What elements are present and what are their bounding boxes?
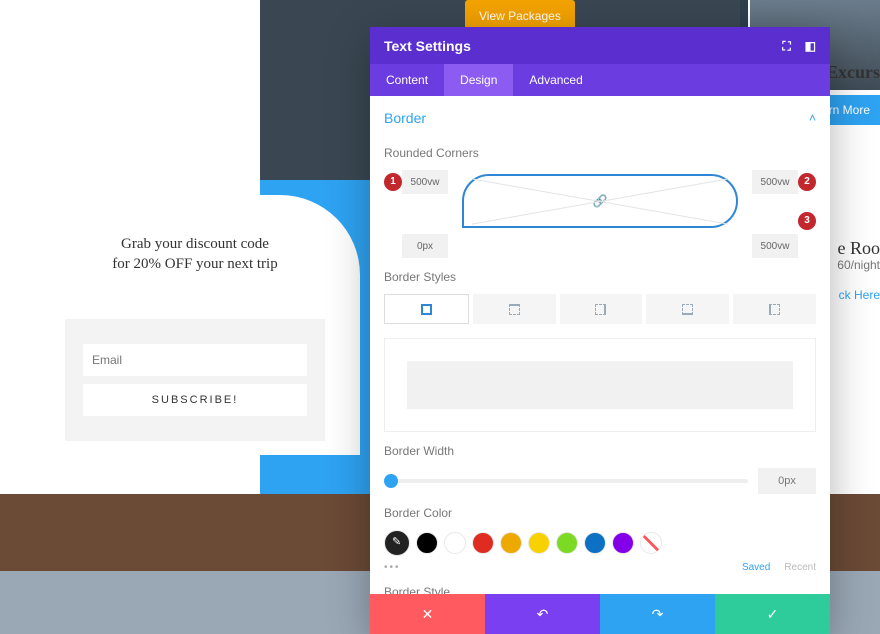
panel-title: Text Settings	[384, 38, 471, 54]
tab-design[interactable]: Design	[444, 64, 513, 96]
rounded-corners-label: Rounded Corners	[384, 146, 816, 160]
swatch-red[interactable]	[472, 532, 494, 554]
swatch-green[interactable]	[556, 532, 578, 554]
corner-bottom-right-input[interactable]: 500vw	[752, 234, 798, 258]
more-swatches-icon[interactable]: •••	[384, 562, 401, 573]
border-style-bottom[interactable]	[646, 294, 729, 324]
section-border-label: Border	[384, 110, 426, 126]
swatch-white[interactable]	[444, 532, 466, 554]
swatch-black[interactable]	[416, 532, 438, 554]
border-style-all[interactable]	[384, 294, 469, 324]
swatch-none[interactable]	[640, 532, 662, 554]
discount-line1: Grab your discount code	[121, 236, 269, 252]
chevron-up-icon: ˄	[809, 111, 816, 125]
text-settings-panel: Text Settings ⛶ ◧ Content Design Advance…	[370, 27, 830, 634]
border-style-label: Border Style	[384, 585, 816, 594]
panel-tabs: Content Design Advanced	[370, 64, 830, 96]
room-heading: e Roo	[838, 238, 880, 259]
border-width-label: Border Width	[384, 444, 816, 458]
cancel-button[interactable]: ✕	[370, 594, 485, 634]
border-style-left[interactable]	[733, 294, 816, 324]
tab-advanced[interactable]: Advanced	[513, 64, 598, 96]
corner-bottom-left-input[interactable]: 0px	[402, 234, 448, 258]
swatch-tab-saved[interactable]: Saved	[742, 562, 770, 573]
save-button[interactable]: ✓	[715, 594, 830, 634]
swatch-blue[interactable]	[584, 532, 606, 554]
swatch-orange[interactable]	[500, 532, 522, 554]
rounded-corners-control: 1 2 3 500vw 500vw 0px 500vw 🔗	[384, 170, 816, 258]
corner-top-left-input[interactable]: 500vw	[402, 170, 448, 194]
swatch-tab-recent[interactable]: Recent	[784, 562, 816, 573]
border-preview	[384, 338, 816, 432]
annotation-badge-2: 2	[798, 173, 816, 191]
link-icon[interactable]: 🔗	[593, 194, 608, 208]
optin-form: SUBSCRIBE!	[65, 319, 325, 441]
swatch-yellow[interactable]	[528, 532, 550, 554]
border-width-value[interactable]: 0px	[758, 468, 816, 494]
border-style-right[interactable]	[560, 294, 643, 324]
annotation-badge-3: 3	[798, 212, 816, 230]
section-border-toggle[interactable]: Border ˄	[384, 96, 816, 134]
undo-button[interactable]: ↶	[485, 594, 600, 634]
expand-icon[interactable]: ⛶	[782, 39, 790, 53]
click-here-link[interactable]: ck Here	[839, 288, 880, 302]
subscribe-button[interactable]: SUBSCRIBE!	[83, 384, 307, 416]
room-price: 60/night	[837, 258, 880, 272]
redo-button[interactable]: ↷	[600, 594, 715, 634]
color-picker-button[interactable]	[384, 530, 410, 556]
discount-line2: for 20% OFF your next trip	[112, 256, 277, 272]
border-style-top[interactable]	[473, 294, 556, 324]
discount-card: Grab your discount code for 20% OFF your…	[30, 195, 360, 455]
tab-content[interactable]: Content	[370, 64, 444, 96]
border-styles-label: Border Styles	[384, 270, 816, 284]
border-width-slider[interactable]	[384, 479, 748, 483]
excursion-heading: Excurs	[826, 62, 880, 83]
corner-top-right-input[interactable]: 500vw	[752, 170, 798, 194]
border-color-label: Border Color	[384, 506, 816, 520]
annotation-badge-1: 1	[384, 173, 402, 191]
corner-preview-shape: 🔗	[462, 174, 738, 228]
color-swatches	[384, 530, 816, 556]
dock-icon[interactable]: ◧	[805, 39, 816, 53]
swatch-purple[interactable]	[612, 532, 634, 554]
email-field[interactable]	[83, 344, 307, 376]
